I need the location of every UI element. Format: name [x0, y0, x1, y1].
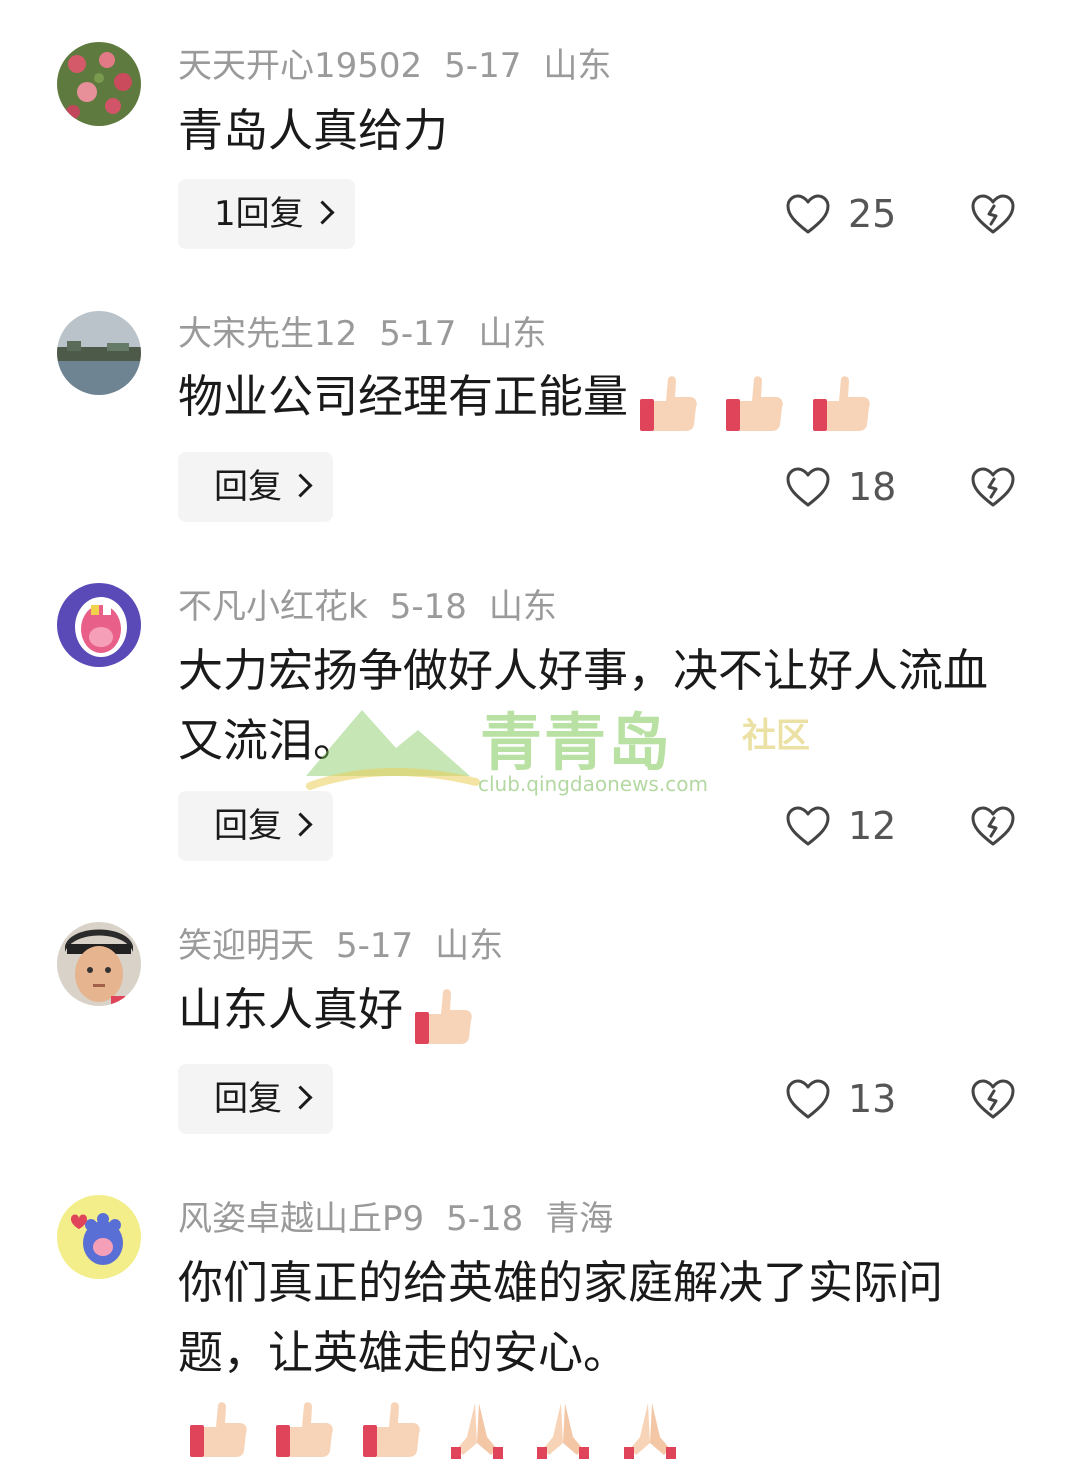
emoji-row — [403, 978, 475, 1048]
like-count: 12 — [848, 804, 897, 848]
comment-body: 物业公司经理有正能量 — [178, 370, 629, 423]
folded-hands-icon — [623, 1403, 676, 1459]
avatar[interactable] — [57, 583, 141, 667]
broken-heart-icon[interactable] — [970, 1078, 1016, 1120]
avatar[interactable] — [57, 1195, 141, 1279]
thumbs-up-icon — [812, 376, 870, 431]
username[interactable]: 大宋先生12 — [178, 314, 357, 354]
comment-body: 大力宏扬争做好人好事，决不让好人流血又流泪。 — [178, 644, 989, 767]
reply-label: 回复 — [214, 467, 282, 507]
comment-text: 青岛人真给力 — [178, 96, 1018, 166]
comment-location: 山东 — [435, 926, 504, 966]
comment-meta: 笑迎明天 5-17 山东 — [178, 926, 525, 966]
like-count: 25 — [848, 192, 897, 236]
chevron-right-icon — [288, 812, 313, 837]
chevron-right-icon — [310, 200, 335, 225]
reply-label: 回复 — [214, 1079, 282, 1119]
username[interactable]: 风姿卓越山丘P9 — [178, 1199, 424, 1239]
avatar[interactable] — [57, 42, 141, 126]
comment-meta: 大宋先生12 5-17 山东 — [178, 314, 568, 354]
heart-icon[interactable] — [785, 1078, 831, 1120]
reply-button[interactable]: 回复 — [178, 791, 333, 861]
folded-hands-icon — [450, 1403, 503, 1459]
comment-date: 5-18 — [446, 1199, 524, 1239]
reply-label: 1回复 — [214, 194, 304, 234]
comment-meta: 天天开心19502 5-17 山东 — [178, 46, 633, 86]
folded-hands-icon — [537, 1403, 590, 1459]
username[interactable]: 笑迎明天 — [178, 926, 314, 966]
thumbs-up-icon — [415, 989, 472, 1044]
heart-icon[interactable] — [785, 193, 831, 235]
comment-date: 5-17 — [444, 46, 522, 86]
thumbs-up-icon — [640, 376, 697, 431]
reply-button[interactable]: 1回复 — [178, 179, 355, 249]
heart-icon[interactable] — [785, 805, 831, 847]
broken-heart-icon[interactable] — [970, 466, 1016, 508]
comment-text: 物业公司经理有正能量 — [178, 362, 1018, 435]
like-count: 18 — [848, 465, 897, 509]
reply-button[interactable]: 回复 — [178, 1064, 333, 1134]
emoji-row — [628, 365, 873, 435]
reply-label: 回复 — [214, 806, 282, 846]
comment-meta: 不凡小红花k 5-18 山东 — [178, 587, 579, 627]
reply-button[interactable]: 回复 — [178, 452, 333, 522]
comment-text: 大力宏扬争做好人好事，决不让好人流血又流泪。 — [178, 636, 1018, 776]
thumbs-up-icon — [276, 1402, 334, 1457]
thumbs-up-icon — [362, 1402, 420, 1457]
broken-heart-icon[interactable] — [970, 193, 1016, 235]
thumbs-up-icon — [726, 376, 784, 431]
avatar[interactable] — [57, 311, 141, 395]
like-count: 13 — [848, 1077, 897, 1121]
username[interactable]: 不凡小红花k — [178, 587, 368, 627]
broken-heart-icon[interactable] — [970, 805, 1016, 847]
heart-icon[interactable] — [785, 466, 831, 508]
comment-text: 你们真正的给英雄的家庭解决了实际问题，让英雄走的安心。 — [178, 1248, 1018, 1461]
thumbs-up-icon — [190, 1402, 247, 1457]
comment-location: 山东 — [543, 46, 612, 86]
comment-date: 5-17 — [336, 926, 414, 966]
comment-location: 山东 — [478, 314, 547, 354]
chevron-right-icon — [288, 473, 313, 498]
avatar[interactable] — [57, 922, 141, 1006]
comment-location: 青海 — [545, 1199, 614, 1239]
emoji-row — [178, 1391, 682, 1461]
comment-meta: 风姿卓越山丘P9 5-18 青海 — [178, 1199, 635, 1239]
comment-body: 山东人真好 — [178, 983, 404, 1036]
comment-date: 5-17 — [379, 314, 457, 354]
comment-text: 山东人真好 — [178, 975, 1018, 1048]
chevron-right-icon — [288, 1085, 313, 1110]
username[interactable]: 天天开心19502 — [178, 46, 422, 86]
comment-date: 5-18 — [389, 587, 467, 627]
comment-body: 青岛人真给力 — [178, 104, 449, 157]
comment-body: 你们真正的给英雄的家庭解决了实际问题，让英雄走的安心。 — [178, 1256, 944, 1379]
comment-location: 山东 — [488, 587, 557, 627]
